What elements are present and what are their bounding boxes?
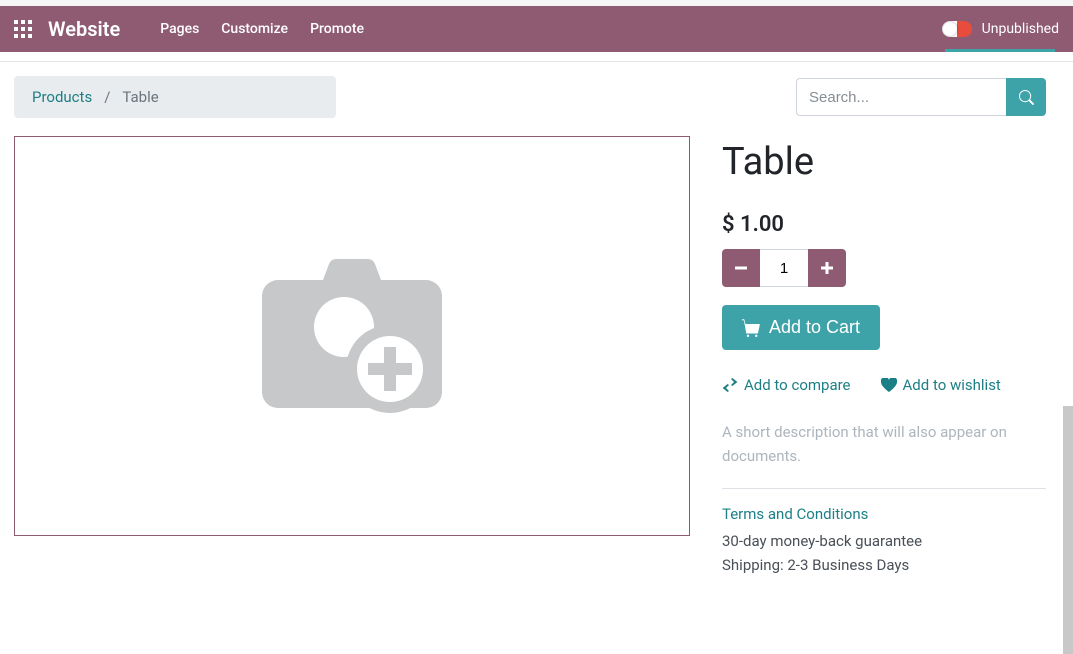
searchbox [796,78,1046,116]
subbar [0,52,1073,62]
shipping-text: Shipping: 2-3 Business Days [722,553,1046,577]
camera-add-icon [252,249,452,424]
publish-toggle[interactable] [942,21,972,37]
quantity-decrease-button[interactable] [722,249,760,287]
guarantee-text: 30-day money-back guarantee [722,529,1046,553]
cart-icon [742,318,761,337]
breadcrumb: Products / Table [14,76,336,118]
add-to-wishlist-link[interactable]: Add to wishlist [881,376,1001,394]
apps-icon[interactable] [14,20,32,38]
search-input[interactable] [796,78,1006,116]
breadcrumb-separator: / [104,88,110,106]
search-button[interactable] [1006,78,1046,116]
heart-icon [881,378,897,392]
product-image-placeholder[interactable] [14,136,690,536]
product-price: $ 1.00 [722,212,1046,237]
search-icon [1019,90,1034,105]
breadcrumb-products[interactable]: Products [32,88,92,106]
wishlist-label: Add to wishlist [903,376,1001,394]
nav-menu: Pages Customize Promote [160,21,364,37]
compare-label: Add to compare [744,376,851,394]
add-to-cart-button[interactable]: Add to Cart [722,305,880,350]
minus-icon [735,262,747,274]
publish-status[interactable]: Unpublished [982,21,1059,37]
divider [722,488,1046,489]
menu-promote[interactable]: Promote [310,21,364,37]
compare-icon [722,378,738,392]
product-title: Table [722,140,1046,184]
add-to-compare-link[interactable]: Add to compare [722,376,851,394]
product-details: Table $ 1.00 Add to Cart [722,136,1046,577]
quantity-input[interactable] [760,249,808,287]
quantity-stepper [722,249,1046,287]
navbar: Website Pages Customize Promote Unpublis… [0,6,1073,52]
scrollbar[interactable] [1063,406,1073,654]
plus-icon [821,262,833,274]
short-description: A short description that will also appea… [722,420,1046,468]
quantity-increase-button[interactable] [808,249,846,287]
breadcrumb-current: Table [122,88,158,106]
brand[interactable]: Website [48,17,120,41]
terms-link[interactable]: Terms and Conditions [722,505,1046,523]
menu-pages[interactable]: Pages [160,21,199,37]
menu-customize[interactable]: Customize [221,21,288,37]
add-to-cart-label: Add to Cart [769,317,860,338]
